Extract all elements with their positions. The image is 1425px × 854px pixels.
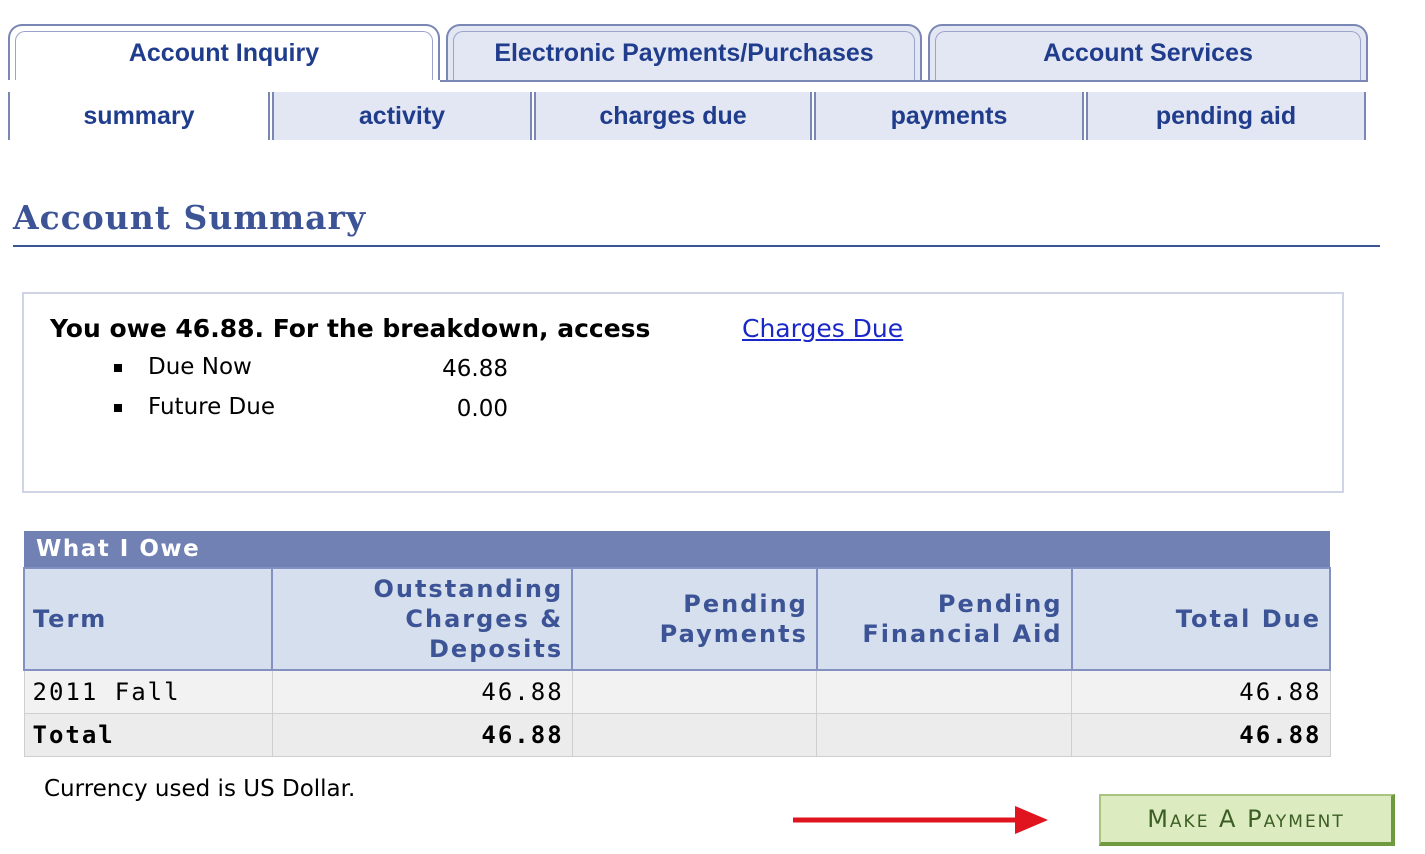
due-now-value: 46.88 [442, 356, 508, 382]
account-summary-box: You owe 46.88. For the breakdown, access… [22, 292, 1344, 493]
header-pending-payments: Pending Payments [571, 567, 818, 671]
tab-label: summary [83, 101, 195, 130]
cell-term: Total [23, 713, 273, 757]
tab-label: Electronic Payments/Purchases [494, 38, 874, 67]
header-line: Deposits [429, 635, 564, 663]
table-header-row: Term Outstanding Charges & Deposits Pend… [22, 567, 1332, 671]
cell-total-due: 46.88 [1071, 669, 1331, 714]
header-outstanding: Outstanding Charges & Deposits [271, 567, 574, 671]
header-line: Pending [937, 590, 1063, 618]
tab-label: payments [890, 101, 1008, 130]
header-line: Pending [683, 590, 808, 618]
cell-total-due: 46.88 [1071, 713, 1331, 757]
table-caption-row: What I Owe [24, 531, 1330, 568]
tab-label: charges due [599, 101, 747, 130]
bullet-icon [114, 364, 122, 372]
header-line: Charges & [405, 605, 564, 633]
header-pending-aid: Pending Financial Aid [815, 567, 1073, 671]
cell-pending-aid [816, 713, 1073, 757]
table-caption: What I Owe [24, 531, 1330, 568]
sub-tab-bar: summary activity charges due payments pe… [8, 92, 1368, 140]
tab-label: Account Services [1043, 38, 1253, 67]
owe-message: You owe 46.88. For the breakdown, access [50, 314, 651, 343]
tab-label: activity [358, 101, 446, 130]
currency-note: Currency used is US Dollar. [44, 776, 356, 802]
cell-pending-payments [571, 669, 818, 714]
tab-divider [1364, 92, 1366, 140]
header-term: Term [22, 567, 274, 671]
tab-charges-due[interactable]: charges due [536, 92, 810, 140]
tab-account-services[interactable]: Account Services [928, 24, 1368, 80]
tab-activity[interactable]: activity [274, 92, 530, 140]
charges-due-link[interactable]: Charges Due [742, 314, 903, 343]
table-total-row: Total 46.88 46.88 [23, 713, 1331, 757]
page-title: Account Summary [13, 198, 367, 237]
table-row: 2011 Fall 46.88 46.88 [23, 669, 1331, 714]
cell-pending-payments [571, 713, 818, 757]
tab-payments[interactable]: payments [816, 92, 1082, 140]
make-a-payment-button[interactable]: Make A Payment [1099, 794, 1395, 846]
tab-summary[interactable]: summary [10, 92, 268, 140]
header-total-due: Total Due [1070, 567, 1332, 671]
cell-outstanding: 46.88 [271, 669, 573, 714]
tab-pending-aid[interactable]: pending aid [1088, 92, 1364, 140]
due-now-label: Due Now [148, 354, 252, 380]
tab-electronic-payments[interactable]: Electronic Payments/Purchases [446, 24, 922, 80]
header-line: Payments [659, 620, 808, 648]
top-tab-bar: Account Inquiry Electronic Payments/Purc… [8, 24, 1368, 82]
cell-pending-aid [816, 669, 1073, 714]
header-line: Financial Aid [862, 620, 1063, 648]
title-divider [13, 245, 1380, 247]
future-due-label: Future Due [148, 394, 275, 420]
tab-baseline [440, 80, 1368, 82]
what-i-owe-table: What I Owe Term Outstanding Charges & De… [22, 531, 1332, 757]
bullet-icon [114, 404, 122, 412]
future-due-value: 0.00 [456, 396, 508, 422]
tab-account-inquiry[interactable]: Account Inquiry [8, 24, 440, 80]
header-line: Outstanding [373, 575, 564, 603]
cell-outstanding: 46.88 [271, 713, 573, 757]
tab-label: pending aid [1155, 101, 1297, 130]
tab-label: Account Inquiry [128, 38, 320, 67]
red-arrow-icon [793, 806, 1048, 834]
cell-term: 2011 Fall [23, 669, 273, 714]
